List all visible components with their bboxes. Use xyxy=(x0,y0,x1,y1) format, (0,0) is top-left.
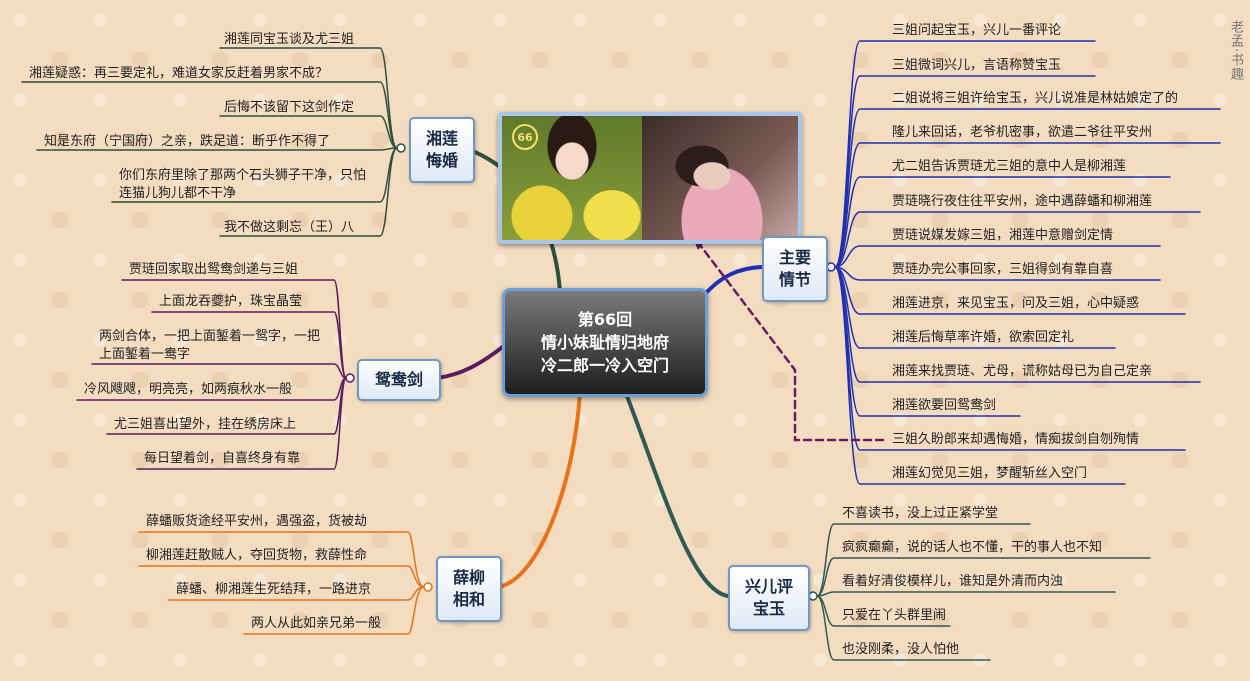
leaf-zhuyao-13: 三姐久盼郎来却遇悔婚，情痴拔剑自刎殉情 xyxy=(892,432,1140,447)
branch-yuanyang xyxy=(435,343,507,380)
leaf-xianglian-1: 湘莲同宝玉谈及尤三姐 xyxy=(224,32,355,47)
branch-xueliu xyxy=(496,389,582,589)
leaf-xueliu-1: 薛蟠贩货途经平安州，遇强盗，货被劫 xyxy=(146,514,368,529)
topic-label: 兴儿评宝玉 xyxy=(744,577,793,618)
leaf-xianglian-5: 你们东府里除了那两个石头狮子干净，只怕连猫儿狗儿都不干净 xyxy=(119,168,367,201)
topic-label: 湘莲悔婚 xyxy=(425,129,458,170)
leaf-zhuyao-1: 三姐问起宝玉，兴儿一番评论 xyxy=(892,23,1062,38)
topic-xianglian-huihun[interactable]: 湘莲悔婚 xyxy=(409,117,475,183)
edge-yuanyang-3 xyxy=(91,363,347,379)
leaf-zhuyao-10: 湘莲后悔草率许婚，欲索回定礼 xyxy=(892,330,1075,345)
leaf-zhuyao-3: 二姐说将三姐许给宝玉，兴儿说准是林姑娘定了的 xyxy=(892,91,1179,106)
leaf-zhuyao-2: 三姐微词兴儿，言语称赞宝玉 xyxy=(892,58,1062,73)
collapse-knob-xianglian[interactable] xyxy=(396,143,406,153)
leaf-zhuyao-14: 湘莲幻觉见三姐，梦醒斩丝入空门 xyxy=(892,466,1088,481)
leaf-xinger-5: 也没刚柔，没人怕他 xyxy=(842,642,960,657)
collapse-knob-xueliu[interactable] xyxy=(423,582,433,592)
leaf-xinger-2: 疯疯癫癫，说的话人也不懂，干的事人也不知 xyxy=(842,540,1103,555)
leaf-xueliu-3: 薛蟠、柳湘莲生死结拜，一路进京 xyxy=(176,582,372,597)
episode-photo: 66 xyxy=(498,112,802,244)
topic-zhuyao-qingjie[interactable]: 主要情节 xyxy=(762,236,828,302)
leaf-xueliu-2: 柳湘莲赶散贼人，夺回货物，救薛性命 xyxy=(146,548,368,563)
episode-number-badge: 66 xyxy=(512,124,538,150)
leaf-zhuyao-7: 贾琏说媒发嫁三姐，湘莲中意赠剑定情 xyxy=(892,228,1114,243)
branch-zhuyao xyxy=(698,265,764,302)
leaf-yuanyang-5: 尤三姐喜出望外，挂在绣房床上 xyxy=(114,417,297,432)
leaf-zhuyao-4: 隆儿来回话，老爷机密事，欲遣二爷往平安州 xyxy=(892,125,1153,140)
leaf-zhuyao-11: 湘莲来找贾琏、尤母，谎称姑母已为自己定亲 xyxy=(892,364,1153,379)
center-line-2: 情小妹耻情归地府 xyxy=(540,333,669,352)
leaf-yuanyang-1: 贾琏回家取出鸳鸯剑递与三姐 xyxy=(129,262,299,277)
leaf-zhuyao-5: 尤二姐告诉贾琏尤三姐的意中人是柳湘莲 xyxy=(892,159,1127,174)
photo-xianglian-portrait xyxy=(642,116,798,240)
leaf-zhuyao-12: 湘莲欲要回鸳鸯剑 xyxy=(892,398,997,413)
leaf-yuanyang-3: 两剑合体，一把上面錾着一鸳字，一把上面錾着一鸯字 xyxy=(99,329,321,362)
leaf-xianglian-4: 知是东府（宁国府）之亲，跌足道：断乎作不得了 xyxy=(44,134,331,149)
leaf-xianglian-2: 湘莲疑惑：再三要定礼，难道女家反赶着男家不成？ xyxy=(29,66,329,81)
leaf-zhuyao-8: 贾琏办完公事回家，三姐得剑有靠自喜 xyxy=(892,262,1114,277)
leaf-xianglian-3: 后悔不该留下这剑作定 xyxy=(224,100,355,115)
topic-label: 鸳鸯剑 xyxy=(374,370,423,389)
topic-label: 主要情节 xyxy=(778,248,811,289)
topic-xinger-ping-baoyu[interactable]: 兴儿评宝玉 xyxy=(728,565,810,631)
leaf-xianglian-6: 我不做这剩忘（王）八 xyxy=(224,220,355,235)
leaf-xinger-1: 不喜读书，没上过正紧学堂 xyxy=(842,506,999,521)
leaf-yuanyang-2: 上面龙吞夔护，珠宝晶莹 xyxy=(159,294,303,309)
collapse-knob-zhuyao[interactable] xyxy=(826,262,836,272)
collapse-knob-yuanyang[interactable] xyxy=(345,373,355,383)
leaf-xueliu-4: 两人从此如亲兄弟一般 xyxy=(251,616,382,631)
watermark-text: 老孟·书趣 xyxy=(1228,20,1243,82)
leaf-xinger-3: 看着好清俊模样儿，谁知是外清而内浊 xyxy=(842,574,1064,589)
center-line-1: 第66回 xyxy=(577,310,633,329)
branch-xinger xyxy=(623,389,730,598)
leaf-yuanyang-4: 冷风飕飕，明亮亮，如两痕秋水一般 xyxy=(84,382,293,397)
edge-zhuyao-5 xyxy=(834,176,1171,268)
edge-xinger-3 xyxy=(816,591,1116,597)
leaf-xinger-4: 只爱在丫头群里闹 xyxy=(842,608,947,623)
topic-label: 薛柳相和 xyxy=(452,568,485,609)
collapse-knob-xinger[interactable] xyxy=(808,591,818,601)
center-line-3: 冷二郎一冷入空门 xyxy=(540,356,669,375)
leaf-zhuyao-6: 贾琏晓行夜住往平安州，途中遇薛蟠和柳湘莲 xyxy=(892,194,1153,209)
photo-youmei-portrait: 66 xyxy=(502,116,642,240)
leaf-zhuyao-9: 湘莲进京，来见宝玉，问及三姐，心中疑惑 xyxy=(892,296,1140,311)
leaf-yuanyang-6: 每日望着剑，自喜终身有靠 xyxy=(144,451,301,466)
topic-yuanyang-jian[interactable]: 鸳鸯剑 xyxy=(357,359,441,401)
central-topic[interactable]: 第66回 情小妹耻情归地府 冷二郎一冷入空门 xyxy=(502,288,708,397)
topic-xueliu-xianghe[interactable]: 薛柳相和 xyxy=(436,556,502,622)
